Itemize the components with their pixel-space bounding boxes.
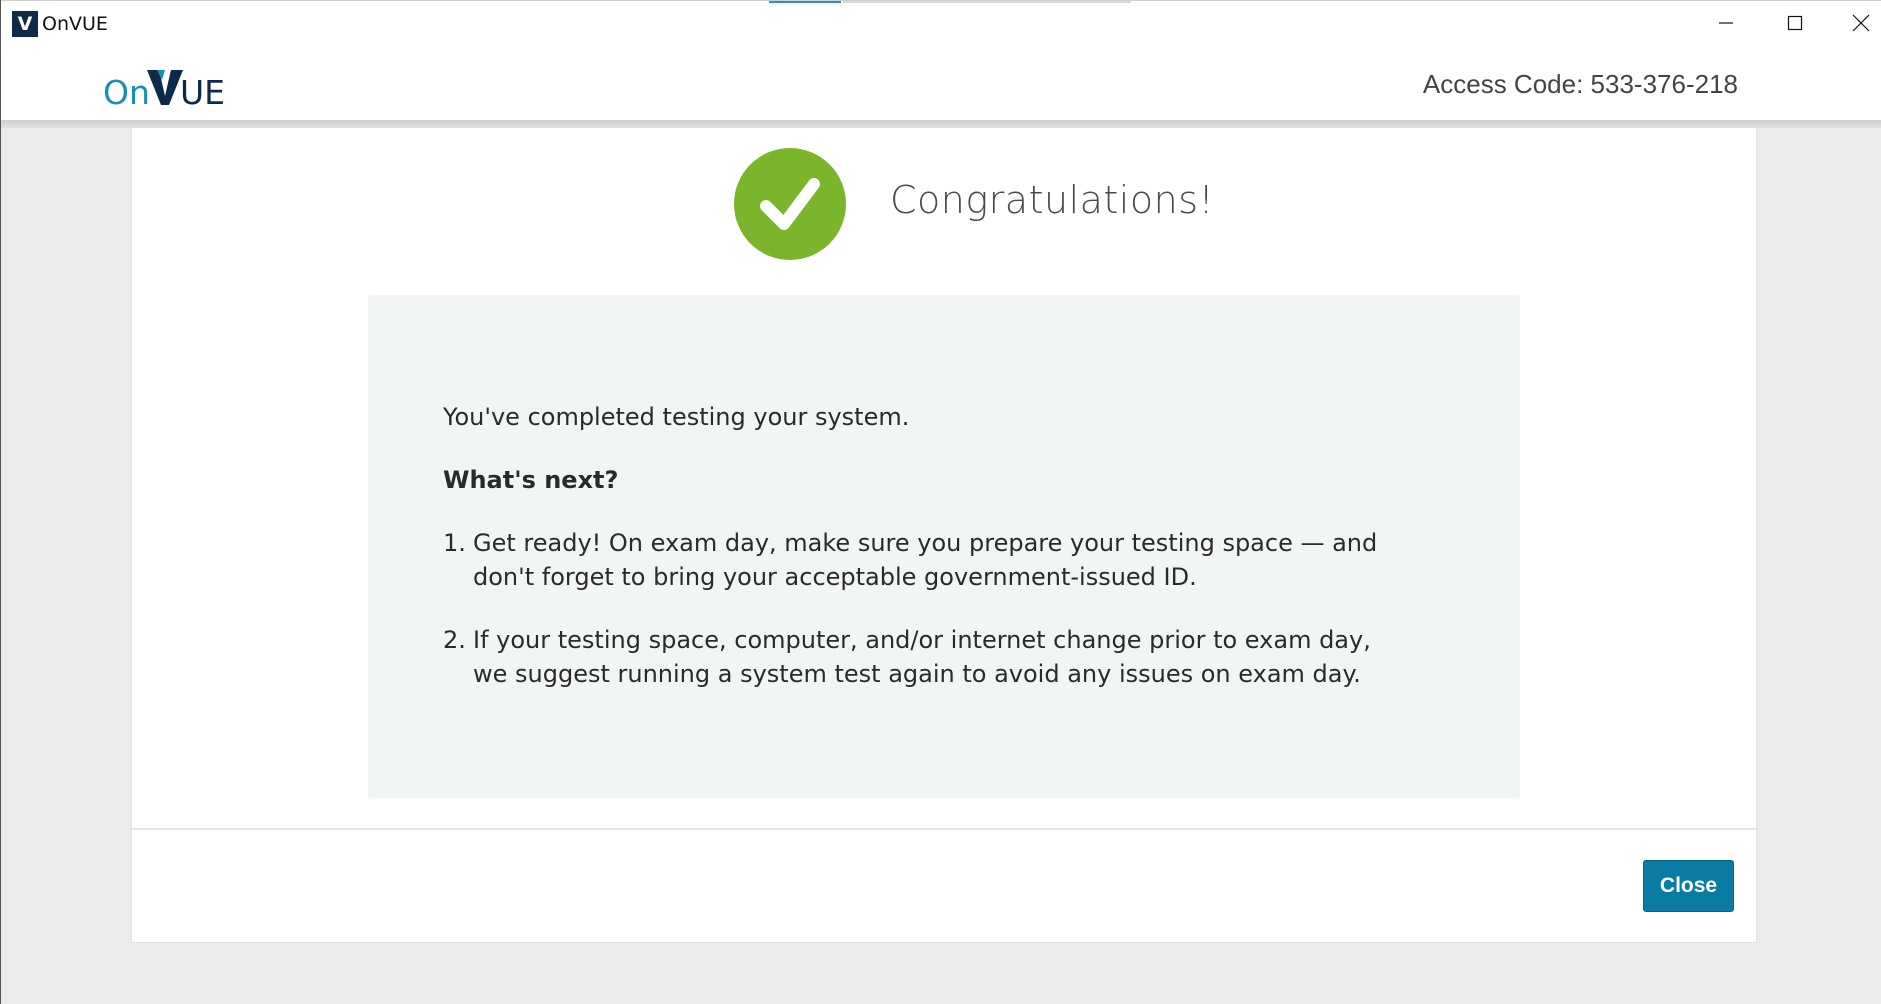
list-item-text: Get ready! On exam day, make sure you pr… xyxy=(473,529,1378,591)
list-item: 2. If your testing space, computer, and/… xyxy=(443,623,1403,691)
minimize-button[interactable] xyxy=(1696,1,1756,45)
success-badge xyxy=(734,148,846,260)
list-item-number: 2. xyxy=(443,626,466,654)
close-button[interactable]: Close xyxy=(1643,860,1734,912)
title-bar[interactable]: V OnVUE xyxy=(1,0,1881,44)
checkmark-icon xyxy=(760,178,820,230)
close-icon xyxy=(1852,14,1870,32)
maximize-button[interactable] xyxy=(1765,1,1825,45)
list-item-number: 1. xyxy=(443,529,466,557)
logo-v-mark xyxy=(147,70,183,105)
congratulations-heading: Congratulations! xyxy=(890,178,1215,222)
next-steps-list: 1. Get ready! On exam day, make sure you… xyxy=(443,526,1403,691)
app-window: V OnVUE On UE Access Code: 533-376-218 C… xyxy=(0,0,1881,1004)
window-close-button[interactable] xyxy=(1831,1,1881,45)
list-item-text: If your testing space, computer, and/or … xyxy=(473,626,1371,688)
access-code: Access Code: 533-376-218 xyxy=(1422,69,1738,99)
window-title: OnVUE xyxy=(42,13,108,35)
footer-divider xyxy=(132,828,1756,830)
info-text: You've completed testing your system. Wh… xyxy=(443,400,1403,720)
completed-message: You've completed testing your system. xyxy=(443,403,910,431)
title-bar-accent-secondary xyxy=(843,1,1131,3)
app-icon: V xyxy=(12,11,38,37)
minimize-icon xyxy=(1719,22,1733,24)
list-item: 1. Get ready! On exam day, make sure you… xyxy=(443,526,1403,594)
logo-suffix: UE xyxy=(180,73,223,112)
maximize-icon xyxy=(1787,15,1803,31)
onvue-logo: On UE xyxy=(103,70,223,112)
logo-prefix: On xyxy=(103,73,150,112)
whats-next-heading: What's next? xyxy=(443,466,619,494)
title-bar-accent xyxy=(769,1,841,3)
